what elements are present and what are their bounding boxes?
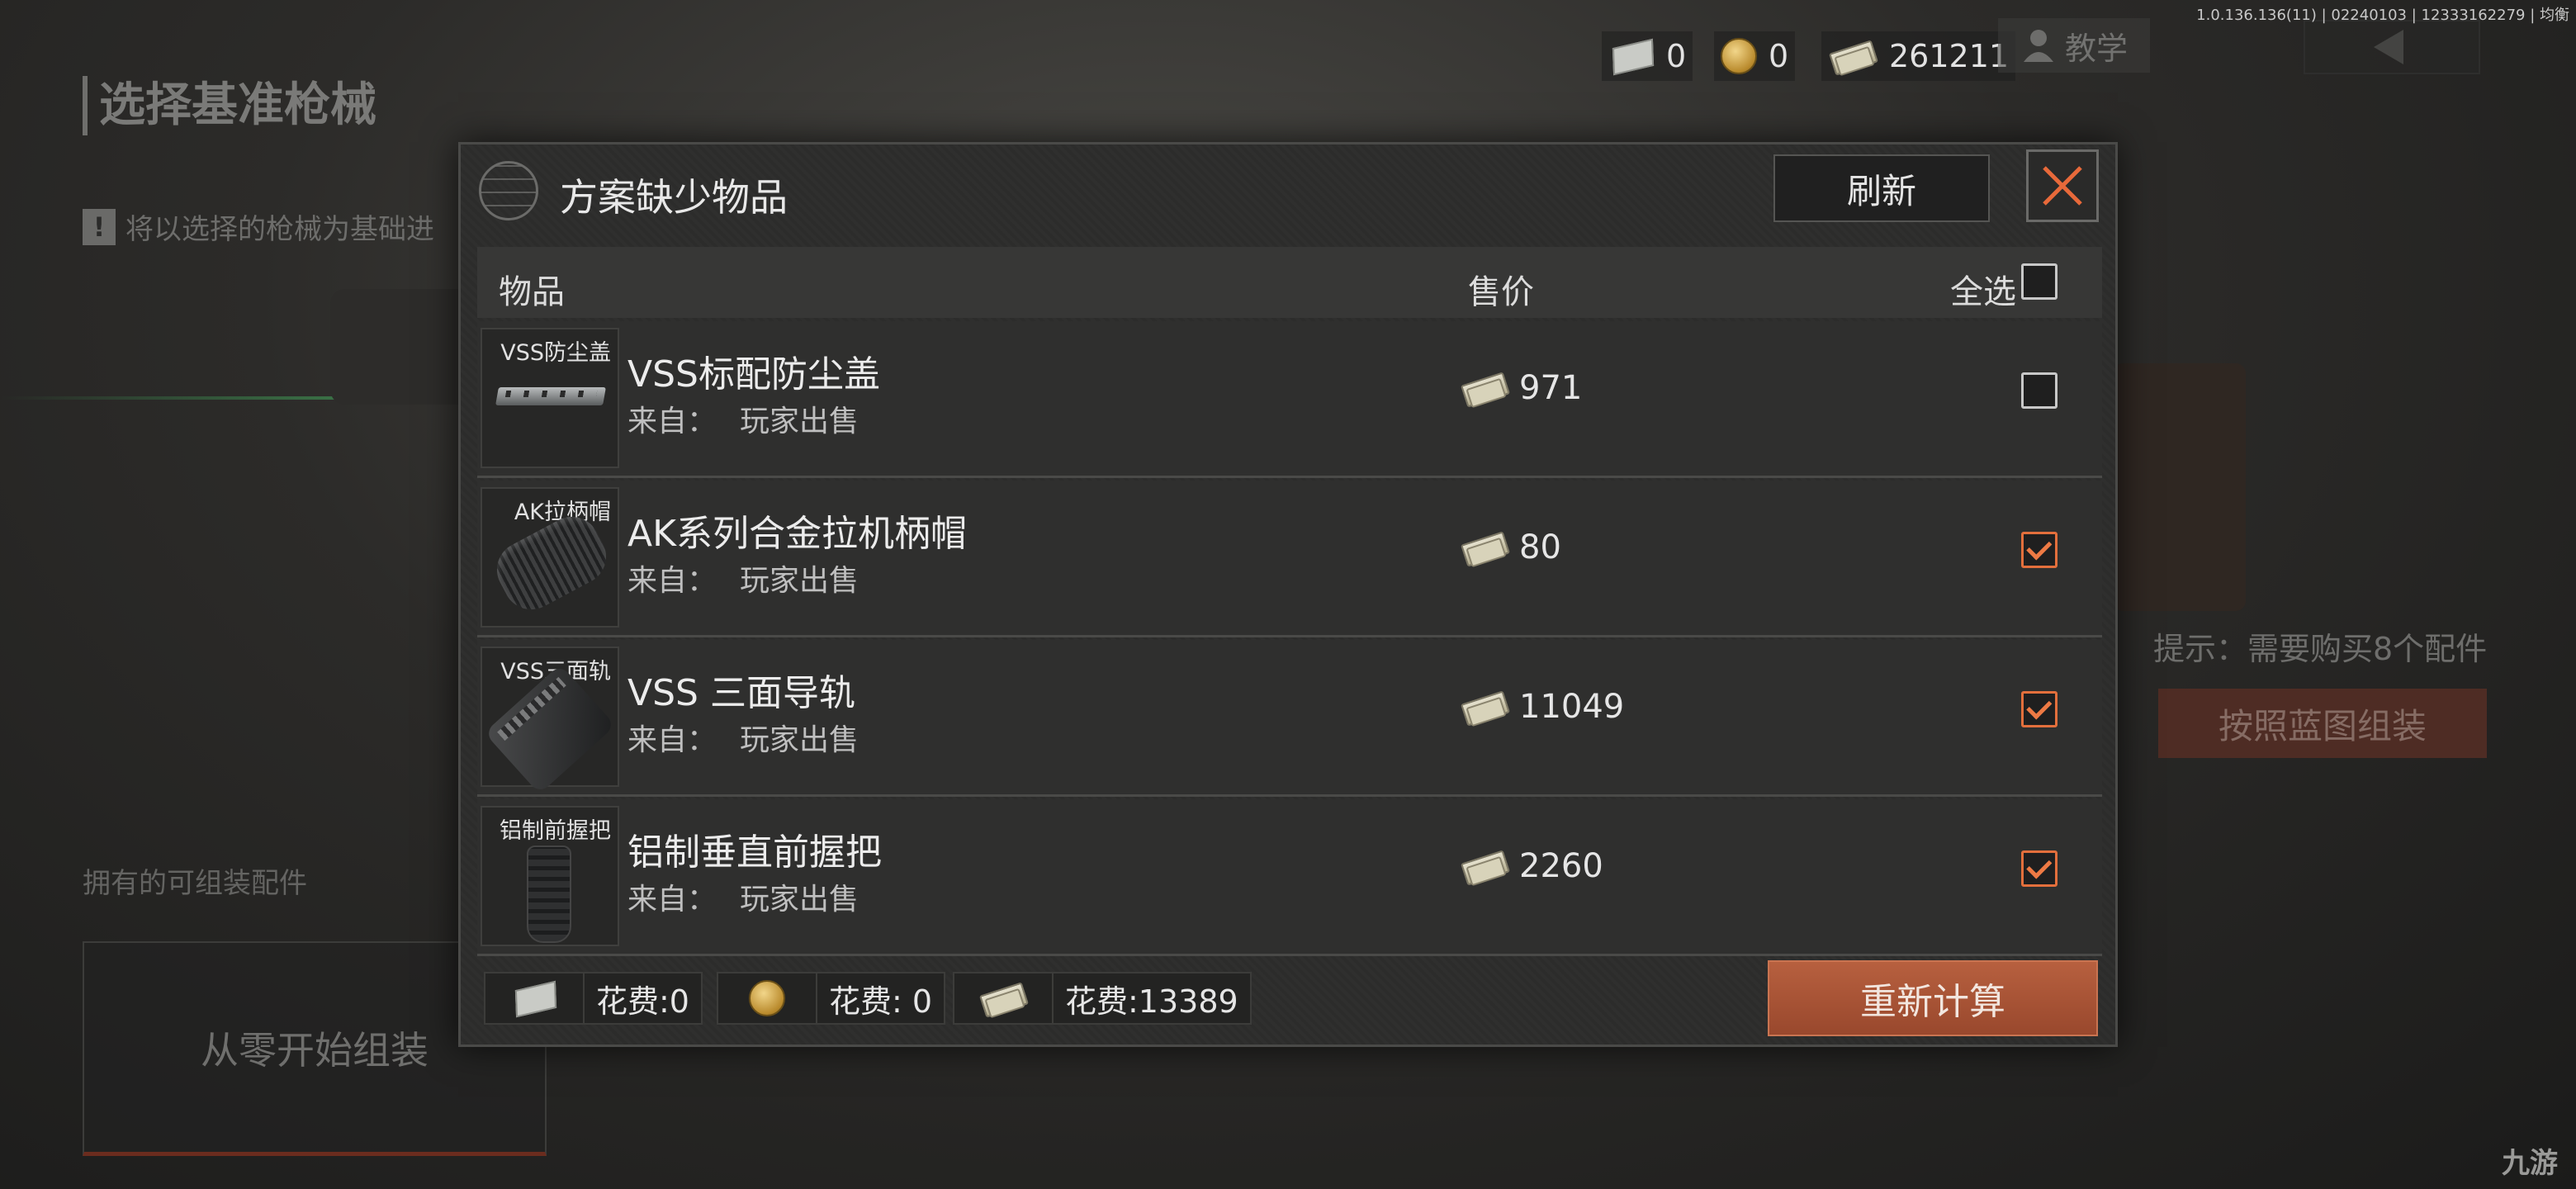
cost-cash-text: 花费:13389 [1065, 983, 1238, 1020]
column-item: 物品 [499, 273, 565, 311]
coin-icon [749, 980, 785, 1016]
thumbnail-label: VSS防尘盖 [500, 340, 611, 366]
cost-cash: 花费:13389 [953, 972, 1252, 1025]
recalculate-button[interactable]: 重新计算 [1768, 960, 2098, 1036]
item-source-value: 玩家出售 [740, 723, 859, 757]
cash-icon [1460, 690, 1509, 723]
currency-cash-value: 261211 [1889, 38, 2010, 74]
select-all-checkbox[interactable] [2021, 263, 2057, 300]
assemble-by-blueprint-button[interactable]: 按照蓝图组装 [2158, 689, 2487, 758]
dialog-title: 方案缺少物品 [560, 175, 788, 220]
item-thumbnail: VSS防尘盖 [481, 328, 619, 468]
item-name: AK系列合金拉机柄帽 [627, 513, 967, 555]
missing-items-dialog: 方案缺少物品 刷新 物品 售价 全选 VSS防尘盖 VSS标配防尘盖 来自： 玩… [458, 142, 2118, 1047]
item-checkbox[interactable] [2021, 372, 2057, 409]
item-price-value: 11049 [1519, 688, 1625, 726]
item-name: 铝制垂直前握把 [627, 831, 882, 874]
item-source: 来自： 玩家出售 [627, 716, 859, 759]
item-source: 来自： 玩家出售 [627, 397, 859, 440]
table-header: 物品 售价 全选 [477, 247, 2102, 318]
vertical-grip-image [527, 846, 571, 943]
column-select-all: 全选 [1950, 273, 2016, 311]
item-thumbnail: AK拉柄帽 [481, 487, 619, 628]
item-source-label: 来自： [627, 723, 717, 757]
cost-cash-icon-box [954, 973, 1054, 1023]
close-icon [2043, 166, 2082, 206]
owned-parts-label: 拥有的可组装配件 [83, 867, 307, 900]
cash-icon [978, 982, 1028, 1015]
gun-stock-silhouette [2114, 363, 2246, 611]
item-source-label: 来自： [627, 405, 717, 438]
dust-cover-image [495, 387, 606, 405]
item-source-label: 来自： [627, 564, 717, 598]
column-price: 售价 [1468, 273, 1534, 311]
cost-ticket: 花费:0 [484, 972, 703, 1025]
item-source-value: 玩家出售 [740, 564, 859, 598]
item-price: 80 [1460, 528, 1561, 566]
cash-icon [1828, 40, 1878, 73]
currency-ticket-value: 0 [1666, 38, 1687, 74]
cost-coin-icon-box [718, 973, 817, 1023]
back-arrow-icon [2374, 30, 2403, 64]
table-row[interactable]: AK拉柄帽 AK系列合金拉机柄帽 来自： 玩家出售 80 [477, 481, 2102, 637]
ticket-icon [1608, 40, 1655, 73]
table-row[interactable]: VSS防尘盖 VSS标配防尘盖 来自： 玩家出售 971 [477, 321, 2102, 478]
item-source-label: 来自： [627, 883, 717, 917]
base-gun-note: ! 将以选择的枪械为基础进 [83, 206, 434, 247]
item-price-value: 2260 [1519, 847, 1603, 885]
cost-ticket-icon-box [485, 973, 585, 1023]
item-source: 来自： 玩家出售 [627, 557, 859, 599]
item-price-value: 971 [1519, 369, 1583, 407]
item-name: VSS标配防尘盖 [627, 353, 880, 396]
item-price: 971 [1460, 369, 1582, 407]
cash-icon [1460, 850, 1509, 883]
item-source: 来自： 玩家出售 [627, 875, 859, 918]
item-source-value: 玩家出售 [740, 883, 859, 917]
gun-silhouette [330, 289, 471, 405]
table-row[interactable]: VSS三面轨 VSS 三面导轨 来自： 玩家出售 11049 [477, 640, 2102, 797]
globe-icon [479, 161, 538, 220]
coin-icon [1721, 38, 1757, 74]
thumbnail-label: 铝制前握把 [500, 818, 611, 844]
cost-coin: 花费: 0 [717, 972, 946, 1025]
warning-icon: ! [83, 208, 116, 245]
back-button[interactable] [2304, 20, 2480, 74]
item-price: 2260 [1460, 847, 1603, 885]
item-checkbox[interactable] [2021, 850, 2057, 887]
currency-ticket: 0 [1602, 31, 1693, 81]
page-title: 选择基准枪械 [83, 76, 376, 135]
item-thumbnail: 铝制前握把 [481, 806, 619, 946]
tutorial-button[interactable]: 教学 [1998, 18, 2150, 73]
currency-coin: 0 [1714, 31, 1796, 81]
version-text: 1.0.136.136(11) | 02240103 | 12333162279… [2196, 7, 2569, 24]
close-button[interactable] [2026, 149, 2099, 222]
item-price-value: 80 [1519, 528, 1561, 566]
item-source-value: 玩家出售 [740, 405, 859, 438]
item-price: 11049 [1460, 688, 1624, 726]
refresh-button[interactable]: 刷新 [1773, 154, 1990, 222]
item-checkbox[interactable] [2021, 532, 2057, 568]
item-checkbox[interactable] [2021, 691, 2057, 727]
cash-icon [1460, 372, 1509, 405]
watermark: 九游 [2502, 1147, 2558, 1180]
item-thumbnail: VSS三面轨 [481, 647, 619, 794]
item-name: VSS 三面导轨 [627, 672, 855, 714]
cash-icon [1460, 531, 1509, 564]
table-row[interactable]: 铝制前握把 铝制垂直前握把 来自： 玩家出售 2260 [477, 799, 2102, 956]
currency-cash: 261211 [1821, 31, 2016, 81]
cost-ticket-text: 花费:0 [596, 983, 689, 1020]
purchase-hint: 提示：需要购买8个配件 [2153, 631, 2488, 667]
base-gun-note-text: 将以选择的枪械为基础进 [125, 213, 434, 246]
cost-coin-text: 花费: 0 [829, 983, 933, 1020]
person-icon [2023, 30, 2053, 62]
currency-coin-value: 0 [1769, 38, 1789, 74]
tutorial-label: 教学 [2064, 30, 2128, 67]
ticket-icon [511, 982, 557, 1015]
